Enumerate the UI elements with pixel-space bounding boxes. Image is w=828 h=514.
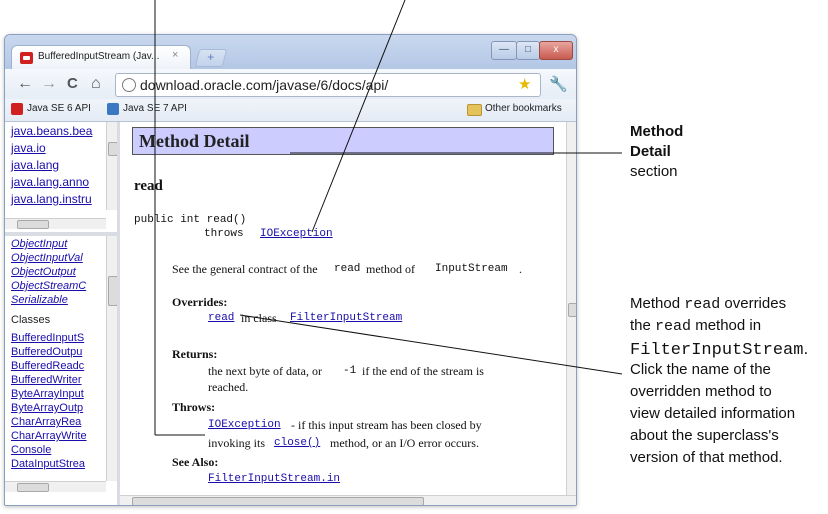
annotation-detail: Detail	[630, 143, 671, 160]
ioexception-callout-line	[311, 0, 406, 233]
overrides-note-line1: Method read overrides	[630, 295, 787, 313]
overrides-note-line4: Click the name of the	[630, 361, 771, 378]
overrides-callout-line	[239, 314, 623, 375]
annotation-method: Method	[630, 123, 684, 140]
overrides-note-line3: FilterInputStream.	[630, 339, 809, 360]
overrides-note-line6: view detailed information	[630, 405, 796, 422]
overrides-note-line5: overridden method to	[630, 383, 772, 400]
overrides-note-line2: the read method in	[630, 317, 762, 335]
overrides-note-line7: about the superclass's	[630, 427, 779, 444]
overrides-note-line8: version of that method.	[630, 449, 783, 466]
annotation-section: section	[630, 163, 678, 180]
